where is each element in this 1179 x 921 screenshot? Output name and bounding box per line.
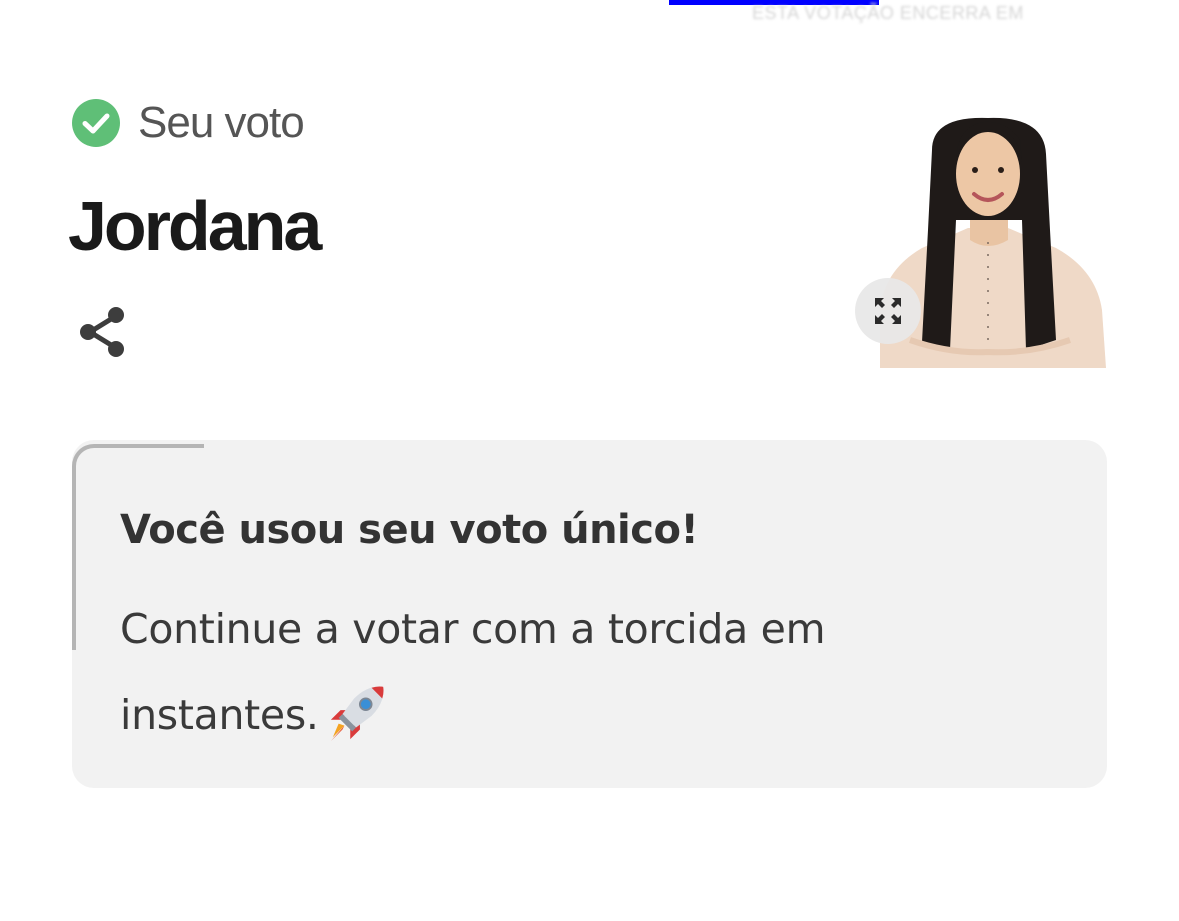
rocket-icon bbox=[330, 686, 384, 742]
vote-status-label: Seu voto bbox=[138, 98, 305, 147]
share-button[interactable] bbox=[76, 304, 132, 360]
vote-info-card: Você usou seu voto único! Continue a vot… bbox=[72, 440, 1107, 788]
expand-icon bbox=[875, 298, 901, 324]
top-faded-text: ESTA VOTAÇÃO ENCERRA EM bbox=[752, 3, 1024, 23]
share-icon bbox=[80, 307, 124, 357]
check-circle-icon bbox=[72, 99, 120, 147]
candidate-name: Jordana bbox=[68, 187, 322, 265]
card-title: Você usou seu voto único! bbox=[120, 507, 699, 553]
card-body-text: Continue a votar com a torcida em instan… bbox=[120, 605, 826, 739]
vote-status: Seu voto bbox=[72, 96, 305, 150]
card-body: Continue a votar com a torcida em instan… bbox=[120, 586, 980, 758]
expand-image-button[interactable] bbox=[855, 278, 921, 344]
